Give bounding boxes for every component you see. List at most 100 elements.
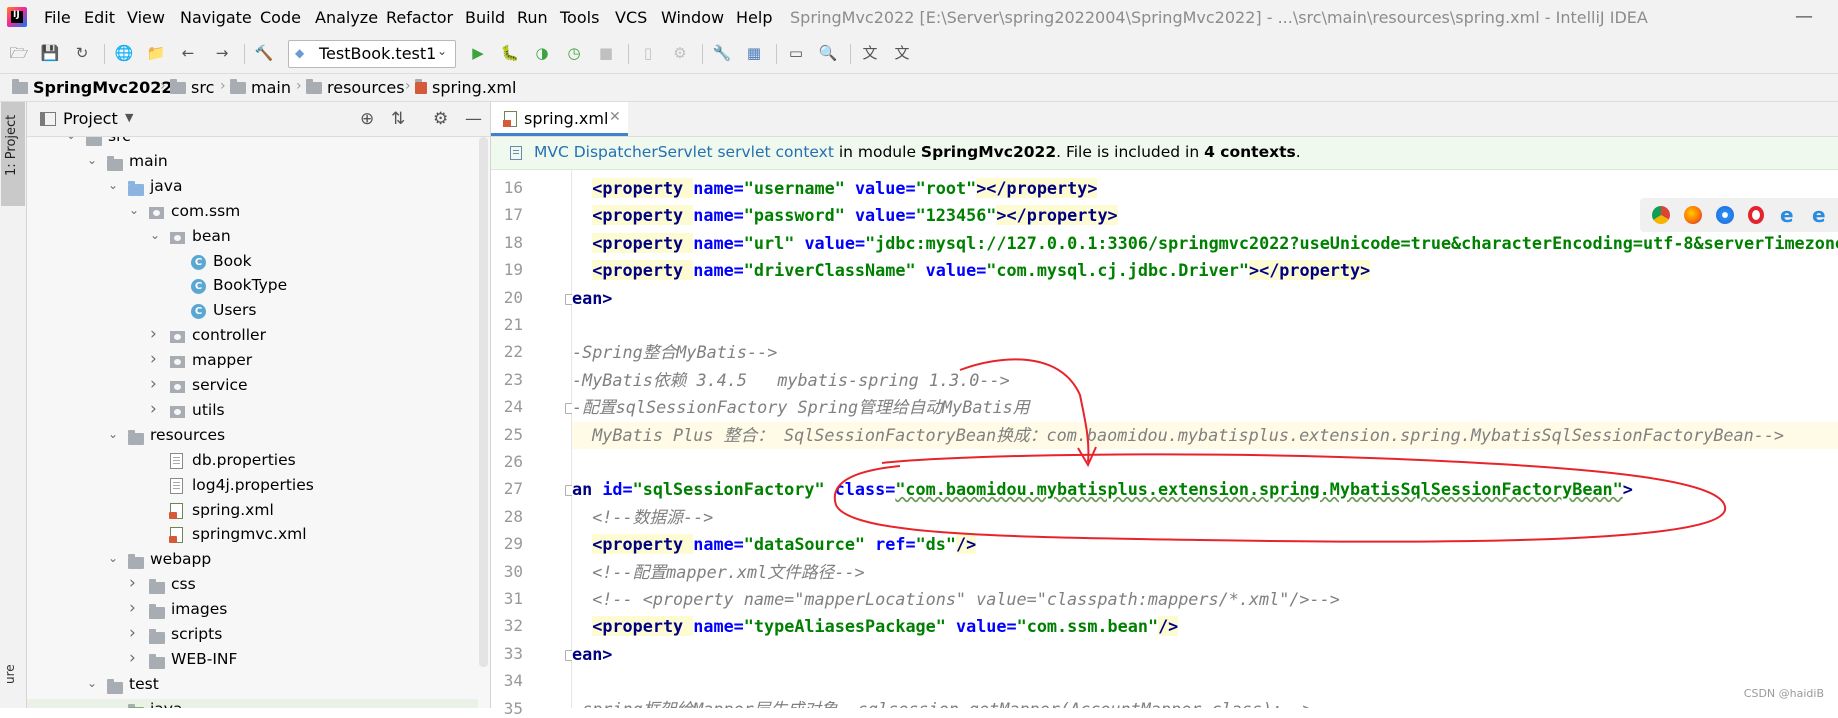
menu-run[interactable]: Run — [517, 8, 548, 27]
project-tree-scrollbar[interactable] — [479, 137, 488, 667]
tree-item[interactable]: C BookType — [27, 275, 478, 299]
tree-item[interactable]: C Book — [27, 251, 478, 275]
tree-item[interactable]: › WEB-INF — [27, 648, 478, 673]
chevron-down-icon[interactable]: ⌄ — [66, 137, 76, 142]
chevron-down-icon[interactable]: ⌄ — [150, 228, 160, 242]
tree-item[interactable]: ⌄ test — [27, 674, 478, 698]
menu-analyze[interactable]: Analyze — [315, 8, 378, 27]
tree-item[interactable]: ⌄ resources — [27, 425, 478, 449]
terminal-icon[interactable]: ▭ — [786, 43, 806, 63]
tree-item[interactable]: › css — [27, 573, 478, 598]
tree-item[interactable]: log4j.properties — [27, 475, 478, 499]
menu-help[interactable]: Help — [736, 8, 772, 27]
tree-item[interactable]: ⌄ webapp — [27, 549, 478, 573]
profile-icon[interactable]: ◷ — [564, 43, 584, 63]
forward-icon[interactable]: → — [212, 43, 232, 63]
tree-item[interactable]: ⌄ src — [27, 137, 478, 150]
tree-item[interactable]: › controller — [27, 324, 478, 349]
menu-edit[interactable]: Edit — [84, 8, 115, 27]
chevron-right-icon[interactable]: › — [129, 623, 136, 643]
search-icon[interactable]: 🔍 — [818, 43, 838, 63]
build-hammer-icon[interactable]: 🔨 — [254, 43, 274, 63]
tree-item[interactable]: › scripts — [27, 623, 478, 648]
deploy-icon[interactable]: ⚙ — [670, 43, 690, 63]
breadcrumb-main[interactable]: main — [230, 78, 291, 97]
chevron-down-icon[interactable]: ⌄ — [108, 551, 118, 565]
chevron-down-icon[interactable]: ⌄ — [108, 427, 118, 441]
chevron-right-icon[interactable]: › — [150, 324, 157, 344]
chevron-right-icon[interactable]: › — [150, 399, 157, 419]
opera-icon[interactable] — [1748, 206, 1764, 224]
project-panel-title[interactable]: Project — [63, 109, 118, 128]
code-editor[interactable]: <property name="username" value="root"><… — [572, 170, 1838, 708]
breadcrumb-project[interactable]: SpringMvc2022 — [12, 78, 173, 97]
project-structure-icon[interactable]: ▦ — [744, 43, 764, 63]
menu-file[interactable]: File — [44, 8, 71, 27]
tree-item[interactable]: spring.xml — [27, 500, 478, 524]
run-icon[interactable]: ▶ — [468, 43, 488, 63]
menu-code[interactable]: Code — [260, 8, 301, 27]
chevron-down-icon[interactable]: ⌄ — [108, 701, 118, 708]
chevron-down-icon[interactable]: ▼ — [125, 111, 133, 124]
tree-item[interactable]: ⌄ java — [27, 698, 478, 708]
minimize-icon[interactable]: — — [1795, 6, 1813, 27]
menu-build[interactable]: Build — [465, 8, 505, 27]
chevron-down-icon[interactable]: ⌄ — [87, 676, 97, 690]
tree-item[interactable]: ⌄ java — [27, 176, 478, 200]
translate-replace-icon[interactable]: 文 — [892, 43, 912, 63]
tree-item[interactable]: C Users — [27, 300, 478, 324]
globe-icon[interactable]: 🌐 — [114, 43, 134, 63]
stop-icon[interactable]: ■ — [596, 43, 616, 63]
menu-vcs[interactable]: VCS — [615, 8, 647, 27]
close-icon[interactable]: ✕ — [609, 109, 621, 125]
tree-item[interactable]: › mapper — [27, 349, 478, 374]
breadcrumb-src[interactable]: src — [170, 78, 214, 97]
tree-item[interactable]: › service — [27, 374, 478, 399]
chevron-right-icon[interactable]: › — [150, 349, 157, 369]
run-config-dropdown[interactable]: ◆ TestBook.test1 ⌄ — [288, 40, 456, 68]
open-folder-icon[interactable]: 🗁 — [9, 43, 29, 63]
chevron-down-icon[interactable]: ⌄ — [129, 203, 139, 217]
collapse-all-icon[interactable]: ⇅ — [391, 109, 405, 129]
servlet-context-link[interactable]: MVC DispatcherServlet servlet context — [534, 143, 834, 161]
structure-tool-tab[interactable]: ure — [3, 664, 17, 684]
menu-view[interactable]: View — [127, 8, 165, 27]
ie-icon[interactable]: e — [1780, 205, 1798, 225]
back-icon[interactable]: ← — [178, 43, 198, 63]
menu-tools[interactable]: Tools — [560, 8, 599, 27]
chevron-down-icon[interactable]: ⌄ — [108, 178, 118, 192]
sync-icon[interactable]: ↻ — [72, 43, 92, 63]
breadcrumb-spring-xml[interactable]: spring.xml — [415, 78, 516, 97]
menu-refactor[interactable]: Refactor — [386, 8, 453, 27]
chevron-right-icon[interactable]: › — [150, 374, 157, 394]
chevron-right-icon[interactable]: › — [129, 598, 136, 618]
tree-item[interactable]: db.properties — [27, 450, 478, 474]
menu-window[interactable]: Window — [661, 8, 724, 27]
translate-icon[interactable]: 文 — [860, 43, 880, 63]
tree-item[interactable]: springmvc.xml — [27, 524, 478, 548]
tree-item[interactable]: ⌄ main — [27, 151, 478, 175]
attach-icon[interactable]: ▯ — [638, 43, 658, 63]
tree-item[interactable]: ⌄ bean — [27, 226, 478, 250]
contexts-link[interactable]: 4 contexts — [1204, 143, 1296, 161]
chrome-icon[interactable] — [1652, 206, 1670, 224]
breadcrumb-resources[interactable]: resources — [306, 78, 405, 97]
editor-gutter[interactable]: 16 17 18 19 20 21 22 23 24 25 26 27 28 29 30 31 32 33 34 35 — [491, 170, 576, 718]
locate-icon[interactable]: ⊕ — [360, 109, 374, 129]
folder-icon[interactable]: 📁 — [146, 43, 166, 63]
hide-panel-icon[interactable]: — — [465, 109, 482, 129]
tab-spring-xml[interactable]: spring.xml ✕ — [491, 102, 628, 136]
coverage-icon[interactable]: ◑ — [532, 43, 552, 63]
chevron-down-icon[interactable]: ⌄ — [87, 153, 97, 167]
edge-icon[interactable]: e — [1812, 205, 1830, 225]
save-all-icon[interactable]: 💾 — [40, 43, 60, 63]
menu-navigate[interactable]: Navigate — [180, 8, 252, 27]
debug-icon[interactable]: 🐛 — [500, 43, 520, 63]
chevron-right-icon[interactable]: › — [129, 648, 136, 668]
project-tool-tab[interactable]: 1: Project — [1, 102, 25, 206]
firefox-icon[interactable] — [1684, 206, 1702, 224]
safari-icon[interactable] — [1716, 206, 1734, 224]
tree-item[interactable]: ⌄ com.ssm — [27, 201, 478, 225]
chevron-right-icon[interactable]: › — [129, 573, 136, 593]
tree-item[interactable]: › utils — [27, 399, 478, 424]
